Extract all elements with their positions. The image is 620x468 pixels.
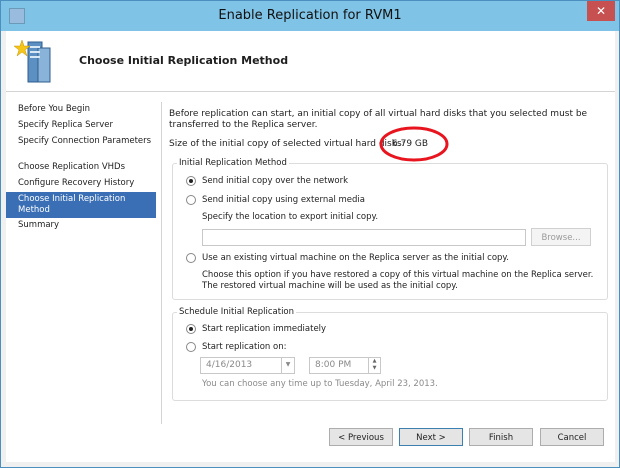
schedule-help: You can choose any time up to Tuesday, A… <box>202 379 438 389</box>
page-heading: Choose Initial Replication Method <box>79 54 289 67</box>
export-location-label: Specify the location to export initial c… <box>202 212 379 222</box>
schedule-legend: Schedule Initial Replication <box>179 307 295 317</box>
finish-button[interactable]: Finish <box>469 428 533 446</box>
radio-start-immediately[interactable] <box>186 324 196 334</box>
date-value: 4/16/2013 <box>206 360 253 370</box>
close-button[interactable]: ✕ <box>587 1 615 21</box>
radio-existing-vm-label[interactable]: Use an existing virtual machine on the R… <box>202 253 509 263</box>
cancel-button[interactable]: Cancel <box>540 428 604 446</box>
wizard-header: Choose Initial Replication Method <box>6 31 615 92</box>
nav-divider <box>161 102 162 424</box>
export-path-input[interactable] <box>202 229 526 246</box>
size-label: Size of the initial copy of selected vir… <box>169 139 405 149</box>
nav-item-label: Choose Replication VHDs <box>18 162 126 172</box>
radio-start-on[interactable] <box>186 342 196 352</box>
previous-button[interactable]: < Previous <box>329 428 393 446</box>
initial-method-legend: Initial Replication Method <box>179 158 287 168</box>
wizard-body: Before You Begin Specify Replica Server … <box>6 92 615 462</box>
nav-item-configure-recovery-history[interactable]: Configure Recovery History <box>6 176 156 192</box>
nav-item-label: Before You Begin <box>18 104 91 114</box>
radio-start-immediately-label[interactable]: Start replication immediately <box>202 324 326 334</box>
nav-item-specify-connection-parameters[interactable]: Specify Connection Parameters <box>6 134 156 160</box>
radio-external-media[interactable] <box>186 195 196 205</box>
nav-item-label: Configure Recovery History <box>18 178 135 188</box>
nav-item-specify-replica-server[interactable]: Specify Replica Server <box>6 118 156 134</box>
nav-item-label: Specify Connection Parameters <box>18 136 152 146</box>
nav-item-choose-initial-replication-method[interactable]: Choose Initial Replication Method <box>6 192 156 218</box>
spinner-icon[interactable]: ▲ ▼ <box>368 358 380 373</box>
chevron-down-icon[interactable]: ▼ <box>281 358 294 373</box>
next-button[interactable]: Next > <box>399 428 463 446</box>
title-bar[interactable]: Enable Replication for RVM1 ✕ <box>1 1 619 31</box>
server-icon <box>14 39 51 83</box>
wizard-nav: Before You Begin Specify Replica Server … <box>6 102 156 234</box>
radio-network-label[interactable]: Send initial copy over the network <box>202 176 348 186</box>
nav-item-before-you-begin[interactable]: Before You Begin <box>6 102 156 118</box>
radio-existing-vm[interactable] <box>186 253 196 263</box>
radio-start-on-label[interactable]: Start replication on: <box>202 342 286 352</box>
existing-vm-help: Choose this option if you have restored … <box>202 270 594 291</box>
content-pane: Before replication can start, an initial… <box>169 92 609 462</box>
time-value: 8:00 PM <box>315 360 352 370</box>
nav-item-choose-replication-vhds[interactable]: Choose Replication VHDs <box>6 160 156 176</box>
nav-item-summary[interactable]: Summary <box>6 218 156 234</box>
browse-button[interactable]: Browse... <box>531 228 591 246</box>
date-picker[interactable]: 4/16/2013 ▼ <box>200 357 295 374</box>
dialog-window: Enable Replication for RVM1 ✕ Choose Ini… <box>0 0 620 468</box>
time-picker[interactable]: 8:00 PM ▲ ▼ <box>309 357 381 374</box>
window-title: Enable Replication for RVM1 <box>218 8 402 23</box>
nav-item-label: Choose Initial Replication Method <box>18 194 126 215</box>
nav-item-label: Summary <box>18 220 60 230</box>
nav-item-label: Specify Replica Server <box>18 120 113 130</box>
radio-network[interactable] <box>186 176 196 186</box>
radio-external-media-label[interactable]: Send initial copy using external media <box>202 195 365 205</box>
